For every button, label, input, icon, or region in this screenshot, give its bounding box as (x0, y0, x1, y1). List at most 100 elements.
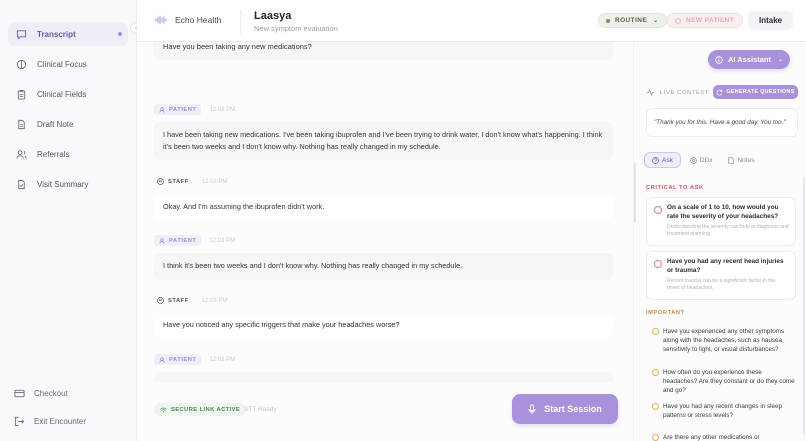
sidebar-item-clinical-fields[interactable]: Clinical Fields (8, 82, 128, 106)
sidebar-item-label: Transcript (37, 29, 76, 39)
panel-scrollbar[interactable] (803, 177, 805, 435)
user-icon (159, 356, 165, 363)
header-divider (240, 10, 241, 34)
tab-ask[interactable]: Ask (644, 152, 681, 168)
important-question[interactable]: Have you experienced any other symptoms … (646, 327, 796, 354)
ai-assistant-label: AI Assistant (727, 55, 772, 64)
new-patient-toggle[interactable]: NEW PATIENT (666, 13, 744, 28)
circle-icon (654, 260, 662, 268)
speaker-label: PATIENT (169, 106, 197, 113)
important-question[interactable]: How often do you experience these headac… (646, 368, 796, 395)
tab-notes[interactable]: Notes (721, 152, 761, 168)
checkout-label: Checkout (34, 389, 68, 398)
focus-icon (16, 59, 27, 70)
question-text: How often do you experience these headac… (663, 369, 795, 394)
start-session-button[interactable]: Start Session (512, 394, 618, 424)
secure-link-label: SECURE LINK ACTIVE (171, 406, 241, 413)
pulse-icon (646, 89, 655, 96)
question-card[interactable]: On a scale of 1 to 10, how would you rat… (646, 197, 796, 246)
speaker-label: STAFF (168, 297, 189, 304)
secure-link-badge: SECURE LINK ACTIVE (154, 403, 247, 416)
ring-icon (675, 17, 681, 24)
sidebar: Transcript Clinical Focus Clinical Field… (0, 0, 137, 441)
speaker-tag-staff: STAFF (154, 295, 194, 306)
transcript-message: Have you noticed any specific triggers t… (154, 313, 613, 337)
sidebar-item-clinical-focus[interactable]: Clinical Focus (8, 52, 128, 76)
transcript-message: I have been taking new medications. I've… (154, 122, 613, 160)
left-scrollbar[interactable] (634, 163, 636, 433)
circle-icon (654, 206, 662, 214)
speaker-label: PATIENT (169, 237, 197, 244)
speaker-row: PATIENT 12:03 PM (154, 354, 235, 365)
header: Echo Health Laasya New symptom evaluatio… (137, 0, 806, 42)
patient-subtitle: New symptom evaluation (254, 24, 338, 33)
exit-label: Exit Encounter (34, 417, 87, 426)
scrollbar-thumb[interactable] (634, 163, 636, 223)
speaker-tag-patient: PATIENT (154, 354, 202, 365)
priority-dropdown[interactable]: ROUTINE ⌄ (598, 13, 667, 28)
sidebar-item-transcript[interactable]: Transcript (8, 22, 128, 46)
chevron-down-icon: ⌄ (653, 18, 659, 24)
timestamp: 12:03 PM (209, 356, 236, 363)
chevron-down-icon: ⌄ (778, 57, 784, 63)
sidebar-item-draft-note[interactable]: Draft Note (8, 112, 128, 136)
transcript-pane[interactable]: Have you been taking any new medications… (137, 42, 633, 382)
question-text: Have you had any recent changes in sleep… (663, 403, 783, 419)
user-icon (159, 237, 165, 244)
speaker-label: PATIENT (169, 356, 197, 363)
new-patient-label: NEW PATIENT (686, 17, 735, 24)
question-card[interactable]: Have you had any recent head injuries or… (646, 251, 796, 300)
ai-assistant-dropdown[interactable]: AI Assistant ⌄ (708, 50, 790, 69)
assistant-tabs: Ask DDx Notes (644, 152, 763, 168)
summary-icon (16, 179, 27, 190)
question-text: Are there any other medications or suppl… (663, 434, 760, 441)
tab-ddx[interactable]: DDx (683, 152, 720, 168)
question-text: Have you had any recent head injuries or… (667, 258, 784, 274)
sidebar-item-referrals[interactable]: Referrals (8, 142, 128, 166)
critical-section-title: CRITICAL TO ASK (646, 185, 704, 191)
generate-questions-label: GENERATE QUESTIONS (726, 89, 795, 95)
intake-button[interactable]: Intake (748, 11, 794, 30)
sidebar-item-label: Visit Summary (37, 179, 89, 189)
wifi-icon (160, 407, 167, 412)
live-context-quote: "Thank you for this. Have a good day. Yo… (646, 108, 798, 137)
checkout-link[interactable]: Checkout (14, 388, 68, 399)
ddx-icon (689, 156, 697, 164)
important-section-title: IMPORTANT (646, 310, 685, 316)
important-question[interactable]: Have you had any recent changes in sleep… (646, 402, 796, 420)
sidebar-item-label: Draft Note (37, 119, 74, 129)
speaker-tag-patient: PATIENT (154, 104, 202, 115)
speaker-row: PATIENT 12:03 PM (154, 235, 235, 246)
circle-icon (652, 369, 659, 376)
start-session-label: Start Session (544, 404, 602, 414)
priority-label: ROUTINE (615, 17, 648, 24)
card-icon (14, 388, 25, 399)
timestamp: 12:03 PM (209, 106, 236, 113)
sidebar-item-visit-summary[interactable]: Visit Summary (8, 172, 128, 196)
patient-name: Laasya (254, 10, 292, 22)
question-rationale: Understanding the severity can help in d… (667, 224, 789, 238)
generate-questions-button[interactable]: GENERATE QUESTIONS (713, 85, 798, 99)
speaker-row: STAFF 12:03 PM (154, 176, 227, 187)
timestamp: 12:03 PM (209, 237, 236, 244)
tab-label: Notes (737, 156, 755, 164)
sidebar-item-label: Clinical Fields (37, 89, 87, 99)
transcript-message: Have you been taking any new medications… (153, 42, 613, 60)
transcript-message: I think it's been two weeks and I don't … (154, 253, 613, 280)
active-indicator-dot (118, 32, 122, 36)
timestamp: 12:03 PM (201, 178, 228, 185)
notes-icon (728, 156, 735, 164)
speaker-tag-staff: STAFF (154, 176, 194, 187)
question-rationale: Recent trauma can be a significant facto… (667, 278, 776, 292)
transcript-message (154, 372, 613, 382)
exit-encounter-link[interactable]: Exit Encounter (14, 416, 86, 427)
user-icon (159, 106, 165, 113)
staff-icon (157, 178, 164, 185)
stt-status: STT Ready (244, 406, 277, 413)
speaker-label: STAFF (168, 178, 189, 185)
waveform-icon (155, 15, 167, 25)
important-question[interactable]: Are there any other medications or suppl… (646, 433, 796, 441)
refresh-icon (716, 89, 723, 95)
speaker-tag-patient: PATIENT (154, 235, 202, 246)
sidebar-item-label: Referrals (37, 149, 70, 159)
